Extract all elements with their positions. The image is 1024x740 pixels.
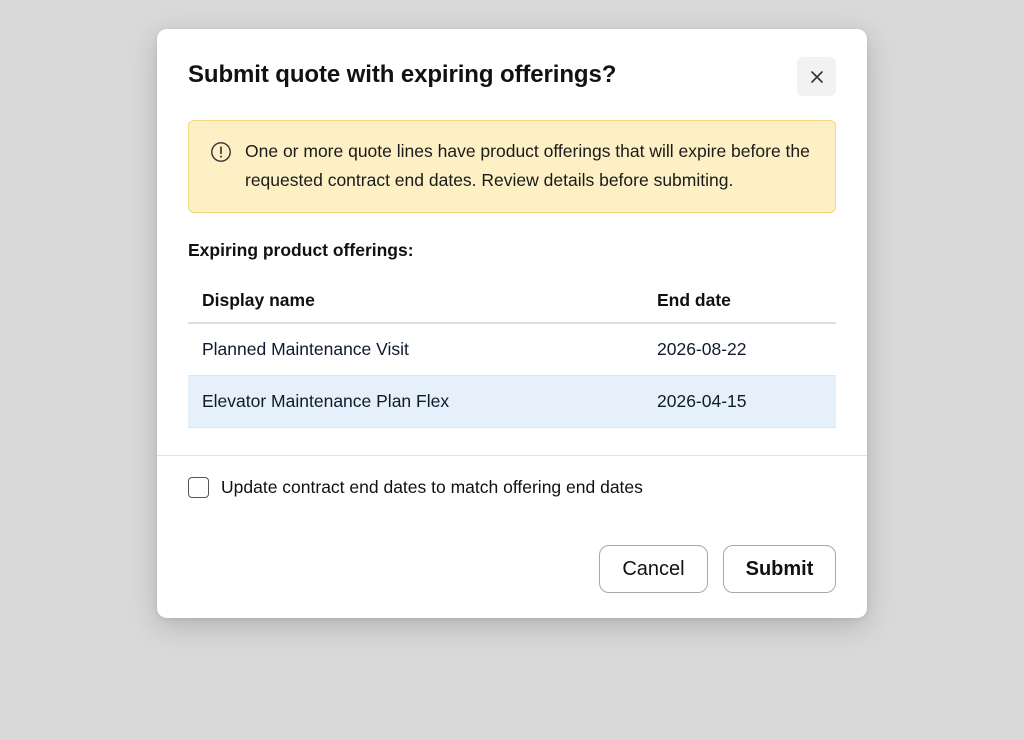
- update-end-dates-option[interactable]: Update contract end dates to match offer…: [188, 477, 643, 498]
- row-end-date: 2026-08-22: [657, 339, 747, 359]
- update-end-dates-checkbox[interactable]: [188, 477, 209, 498]
- table-row[interactable]: Elevator Maintenance Plan Flex 2026-04-1…: [188, 376, 836, 428]
- cancel-button[interactable]: Cancel: [599, 545, 708, 593]
- submit-quote-dialog: Submit quote with expiring offerings? On…: [157, 29, 867, 618]
- row-display-name: Planned Maintenance Visit: [202, 339, 409, 359]
- submit-button[interactable]: Submit: [723, 545, 836, 593]
- alert-message: One or more quote lines have product off…: [245, 141, 810, 190]
- warning-alert: One or more quote lines have product off…: [188, 120, 836, 213]
- dialog-title: Submit quote with expiring offerings?: [188, 61, 617, 88]
- info-circle-icon: [211, 142, 231, 162]
- update-end-dates-label: Update contract end dates to match offer…: [221, 477, 643, 497]
- divider: [157, 455, 867, 456]
- table-row[interactable]: Planned Maintenance Visit 2026-08-22: [188, 324, 836, 376]
- column-header-end-date: End date: [657, 289, 731, 310]
- expiring-offerings-table: Display name End date Planned Maintenanc…: [188, 278, 836, 428]
- close-icon: [810, 70, 823, 83]
- section-heading: Expiring product offerings:: [188, 240, 414, 260]
- row-display-name: Elevator Maintenance Plan Flex: [202, 391, 450, 411]
- close-button[interactable]: [797, 57, 836, 96]
- row-end-date: 2026-04-15: [657, 391, 747, 411]
- table-header: Display name End date: [188, 278, 836, 324]
- column-header-display-name: Display name: [202, 289, 315, 310]
